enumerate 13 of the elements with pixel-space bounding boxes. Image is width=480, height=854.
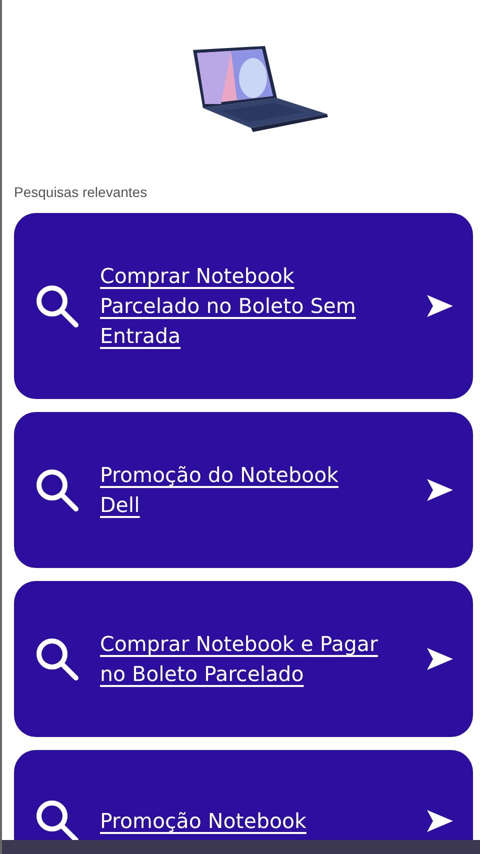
send-arrow-icon bbox=[427, 648, 453, 670]
search-icon bbox=[34, 283, 80, 329]
send-arrow-icon bbox=[427, 479, 453, 501]
search-suggestion-link[interactable]: Promoção Notebook bbox=[14, 750, 473, 840]
search-suggestion-link[interactable]: Comprar Notebook e Pagar no Boleto Parcelado bbox=[14, 581, 473, 737]
section-title: Pesquisas relevantes bbox=[14, 183, 148, 202]
search-suggestion-link[interactable]: Promoção do Notebook Dell bbox=[14, 412, 473, 568]
search-icon bbox=[34, 467, 80, 513]
send-arrow-icon bbox=[427, 810, 453, 832]
search-suggestion-link[interactable]: Comprar Notebook Parcelado no Boleto Sem Entrada bbox=[14, 213, 473, 399]
search-icon bbox=[34, 798, 80, 840]
send-arrow-icon bbox=[427, 295, 453, 317]
search-icon bbox=[34, 636, 80, 682]
